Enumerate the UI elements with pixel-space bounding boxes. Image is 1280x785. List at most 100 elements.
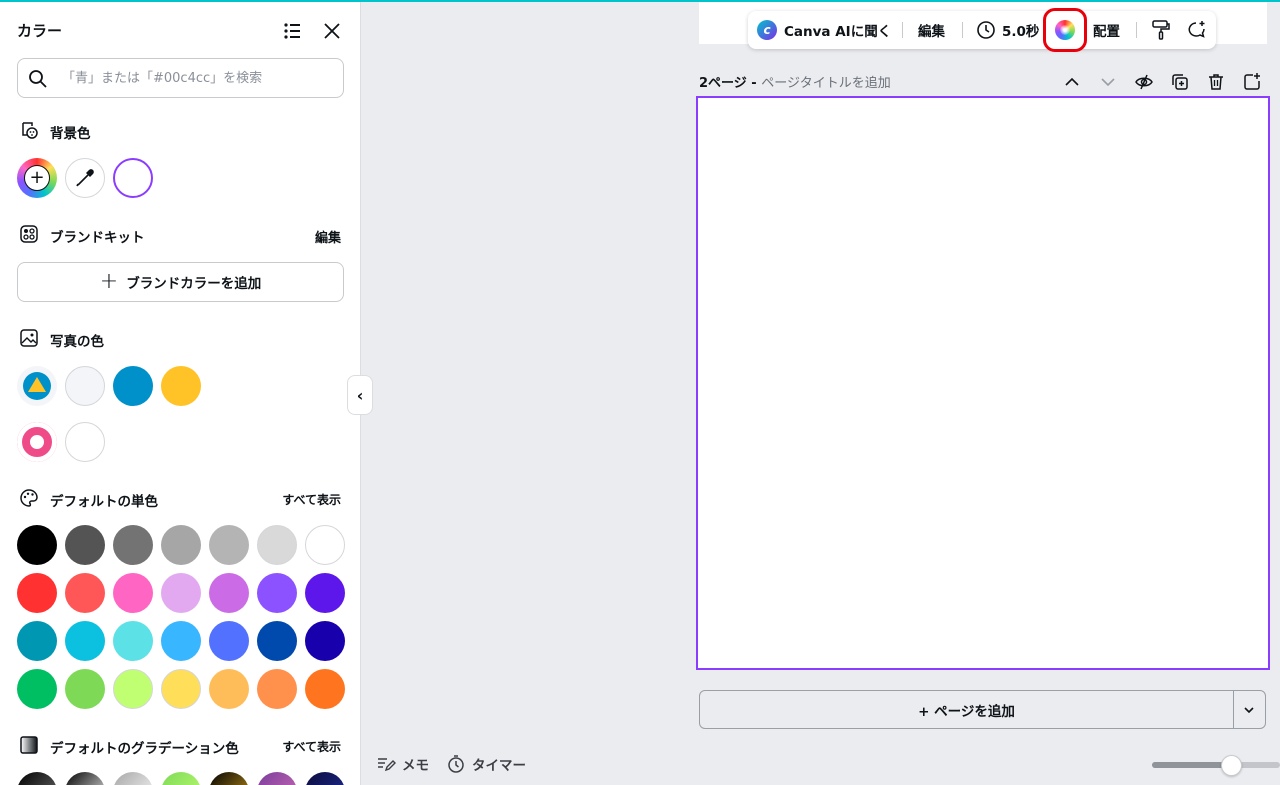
canva-ai-logo-icon: c <box>757 20 777 40</box>
page-label[interactable]: 2ページ - ページタイトルを追加 <box>699 72 891 91</box>
solid-color-swatch[interactable] <box>65 525 105 565</box>
solid-color-swatch[interactable] <box>65 621 105 661</box>
solid-color-swatch[interactable] <box>305 525 345 565</box>
list-view-icon[interactable] <box>282 21 302 41</box>
collapse-panel-button[interactable]: ‹ <box>347 375 373 415</box>
photo-icon <box>20 329 38 347</box>
solid-color-swatch[interactable] <box>113 669 153 709</box>
timer-label: タイマー <box>472 758 526 774</box>
chevron-down-icon[interactable] <box>1241 703 1257 717</box>
palette-icon <box>20 489 38 507</box>
show-all-gradient-link[interactable]: すべて表示 <box>282 738 341 755</box>
gradient-swatch[interactable] <box>17 772 57 785</box>
default-solid-title: デフォルトの単色 <box>50 494 158 510</box>
clock-icon <box>977 21 995 39</box>
duration-button[interactable]: 5.0秒 <box>976 11 1039 49</box>
color-wheel-icon <box>1055 20 1075 40</box>
page-number: 2ページ - <box>699 76 762 91</box>
arrange-button[interactable]: 配置 <box>1093 11 1120 49</box>
floating-toolbar: c Canva AIに聞く 編集 5.0秒 配置 <box>748 11 1216 49</box>
notes-button[interactable]: メモ <box>376 754 429 774</box>
timer-button[interactable]: タイマー <box>446 754 526 774</box>
solid-color-swatch[interactable] <box>305 573 345 613</box>
page-title-placeholder[interactable]: ページタイトルを追加 <box>761 76 890 91</box>
solid-color-swatch[interactable] <box>17 525 57 565</box>
current-background-swatch[interactable] <box>113 158 153 198</box>
solid-color-swatch[interactable] <box>257 669 297 709</box>
brand-kit-icon <box>20 225 38 243</box>
edit-button[interactable]: 編集 <box>918 11 945 49</box>
photo-colors-title: 写真の色 <box>50 334 104 350</box>
notes-label: メモ <box>402 758 429 774</box>
close-icon[interactable] <box>322 21 342 41</box>
ask-canva-ai-button[interactable]: c Canva AIに聞く <box>757 11 891 49</box>
gradient-swatch[interactable] <box>161 772 201 785</box>
add-page-icon[interactable] <box>1242 72 1262 92</box>
trash-icon[interactable] <box>1206 72 1226 92</box>
add-brand-color-button[interactable]: + ブランドカラーを追加 <box>17 262 344 302</box>
background-color-icon <box>22 122 38 139</box>
color-panel: カラー 背景色 + ブランドキット 編集 <box>0 2 361 785</box>
solid-color-swatch[interactable] <box>209 573 249 613</box>
ask-canva-ai-label: Canva AIに聞く <box>784 24 892 40</box>
toolbar-divider <box>962 22 963 38</box>
solid-color-swatch[interactable] <box>209 621 249 661</box>
solid-color-swatch[interactable] <box>161 621 201 661</box>
solid-color-swatch[interactable] <box>257 621 297 661</box>
solid-color-swatch[interactable] <box>209 525 249 565</box>
add-page-button[interactable]: + ページを追加 <box>699 690 1266 729</box>
design-page[interactable] <box>696 96 1270 670</box>
photo-color-swatch[interactable] <box>113 366 153 406</box>
photo-color-swatch[interactable] <box>65 422 105 462</box>
solid-color-swatch[interactable] <box>17 621 57 661</box>
solid-color-swatch[interactable] <box>17 669 57 709</box>
timer-icon <box>448 755 464 773</box>
solid-color-swatch[interactable] <box>161 669 201 709</box>
brand-kit-edit-link[interactable]: 編集 <box>315 227 341 246</box>
solid-color-swatch[interactable] <box>305 669 345 709</box>
gradient-icon <box>20 736 38 754</box>
gradient-swatch[interactable] <box>65 772 105 785</box>
hide-page-icon[interactable] <box>1134 72 1154 92</box>
solid-color-swatch[interactable] <box>65 573 105 613</box>
add-comment-button[interactable] <box>1185 11 1207 49</box>
gradient-swatch[interactable] <box>209 772 249 785</box>
gradient-swatch[interactable] <box>113 772 153 785</box>
photo-color-swatch[interactable] <box>17 422 57 462</box>
color-search-input[interactable] <box>62 67 332 89</box>
photo-color-swatch[interactable] <box>161 366 201 406</box>
chevron-down-icon[interactable] <box>1098 72 1118 92</box>
zoom-slider-handle[interactable] <box>1221 755 1242 776</box>
photo-color-swatch[interactable] <box>65 366 105 406</box>
plus-icon: + <box>99 269 119 294</box>
search-icon <box>29 70 47 88</box>
color-search-box[interactable] <box>17 58 344 98</box>
chevron-up-icon[interactable] <box>1062 72 1082 92</box>
solid-color-swatch[interactable] <box>113 621 153 661</box>
duration-label: 5.0秒 <box>1002 24 1040 40</box>
zoom-slider[interactable] <box>1152 762 1280 768</box>
solid-color-swatch[interactable] <box>257 573 297 613</box>
gradient-swatch[interactable] <box>257 772 297 785</box>
gradient-swatch[interactable] <box>305 772 345 785</box>
solid-color-swatch[interactable] <box>257 525 297 565</box>
solid-color-swatch[interactable] <box>161 573 201 613</box>
color-picker-button[interactable] <box>1043 8 1087 52</box>
solid-color-swatch[interactable] <box>113 525 153 565</box>
solid-color-swatch[interactable] <box>113 573 153 613</box>
paint-roller-icon <box>1152 20 1170 40</box>
solid-color-swatch[interactable] <box>65 669 105 709</box>
duplicate-page-icon[interactable] <box>1170 72 1190 92</box>
panel-title: カラー <box>17 22 63 40</box>
add-color-button[interactable]: + <box>17 158 57 198</box>
copy-style-button[interactable] <box>1150 11 1172 49</box>
solid-color-swatch[interactable] <box>17 573 57 613</box>
notes-icon <box>378 758 396 772</box>
show-all-solid-link[interactable]: すべて表示 <box>282 491 341 508</box>
add-page-label: + ページを追加 <box>918 703 1015 720</box>
eyedropper-button[interactable] <box>65 158 105 198</box>
solid-color-swatch[interactable] <box>305 621 345 661</box>
photo-thumbnail[interactable] <box>17 366 57 406</box>
solid-color-swatch[interactable] <box>161 525 201 565</box>
solid-color-swatch[interactable] <box>209 669 249 709</box>
